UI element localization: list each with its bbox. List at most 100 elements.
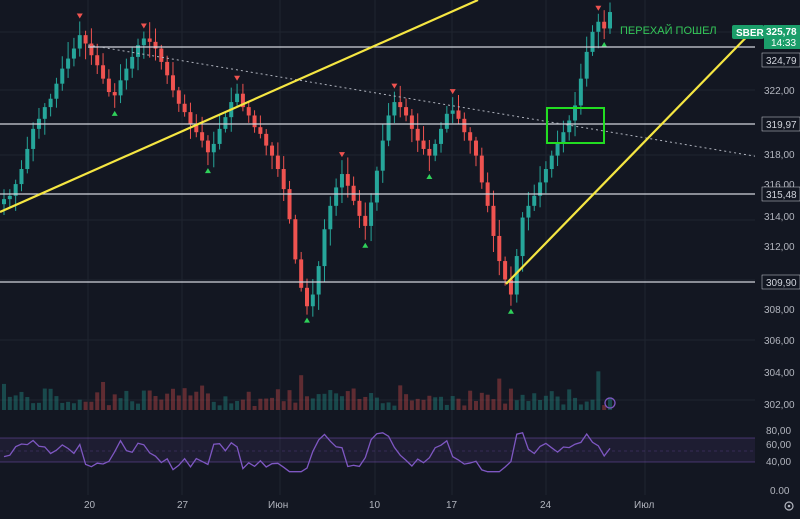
volume-bar — [345, 391, 350, 410]
candle-body — [165, 61, 170, 76]
candle-body — [392, 102, 397, 116]
volume-bar — [497, 378, 502, 410]
candle-body — [578, 78, 583, 106]
volume-bar — [369, 393, 374, 410]
candle-body — [322, 229, 327, 267]
candle-body — [66, 58, 71, 69]
volume-bar — [508, 388, 513, 410]
volume-bar — [60, 402, 65, 410]
candle-body — [258, 127, 263, 134]
time-label: 24 — [540, 500, 552, 511]
volume-bar — [223, 396, 228, 410]
candle-body — [415, 128, 420, 141]
candle-body — [491, 205, 496, 236]
volume-bar — [159, 399, 164, 410]
volume-bar — [13, 395, 18, 410]
candle-body — [386, 115, 391, 141]
candle-body — [147, 38, 152, 42]
candle-body — [182, 103, 187, 113]
ticker-badge[interactable]: SBER — [732, 25, 765, 39]
candle-body — [596, 21, 601, 32]
volume-bar — [77, 399, 82, 410]
volume-bar — [363, 396, 368, 410]
candle-body — [89, 43, 94, 56]
candle-body — [42, 107, 47, 119]
price-label: 306,00 — [764, 336, 795, 347]
candle-body — [421, 140, 426, 149]
candle-body — [223, 117, 228, 129]
candle-body — [246, 107, 251, 116]
price-chart[interactable]: ПЕРЕХАЙ ПОШЕЛ 322,00 318,00 316,00 314,0… — [0, 0, 800, 514]
volume-bar — [71, 403, 76, 410]
price-label: 312,00 — [764, 242, 795, 253]
candle-body — [427, 148, 432, 156]
candle-body — [450, 110, 455, 114]
volume-bar — [54, 396, 59, 410]
volume-bar — [217, 405, 222, 410]
candle-body — [433, 143, 438, 156]
candle-body — [159, 48, 164, 62]
rsi-axis-labels: 80,00 60,00 40,00 0.00 — [766, 426, 791, 497]
volume-bar — [66, 401, 71, 410]
candle-body — [281, 169, 286, 190]
volume-bar — [130, 401, 135, 410]
volume-bar — [339, 396, 344, 410]
ticker-label: SBER — [736, 28, 765, 39]
candle-body — [444, 113, 449, 129]
volume-bar — [170, 388, 175, 410]
volume-bar — [491, 399, 496, 410]
volume-bar — [182, 388, 187, 410]
chart-root: ПЕРЕХАЙ ПОШЕЛ 322,00 318,00 316,00 314,0… — [0, 0, 800, 514]
volume-bar — [124, 390, 129, 410]
price-label: 302,00 — [764, 400, 795, 411]
rsi-label: 60,00 — [766, 440, 791, 451]
volume-bar — [2, 383, 6, 410]
price-label: 318,00 — [764, 150, 795, 161]
volume-bar — [357, 398, 362, 410]
candle-body — [439, 128, 444, 144]
candle-body — [2, 199, 6, 205]
volume-bar — [264, 398, 269, 410]
candle-body — [275, 155, 280, 170]
volume-bar — [578, 404, 583, 410]
volume-bar — [485, 394, 490, 410]
volume-bar — [176, 395, 181, 410]
volume-bar — [101, 381, 106, 410]
candle-body — [188, 112, 193, 124]
candle-body — [555, 143, 560, 156]
rsi-label: 40,00 — [766, 457, 791, 468]
volume-bar — [48, 388, 53, 410]
candle-body — [211, 143, 216, 153]
candle-body — [25, 148, 30, 170]
volume-bar — [252, 405, 257, 410]
candle-body — [456, 110, 461, 119]
volume-bar — [310, 398, 315, 410]
candle-body — [339, 174, 344, 188]
volume-bar — [351, 388, 356, 410]
candle-body — [299, 259, 304, 288]
volume-bar — [398, 385, 403, 410]
volume-bar — [462, 405, 467, 410]
candle-body — [532, 195, 537, 206]
candle-body — [293, 219, 298, 260]
volume-bar — [118, 398, 123, 410]
volume-bar — [316, 394, 321, 410]
candle-body — [130, 56, 135, 69]
price-label: 304,00 — [764, 368, 795, 379]
candle-body — [543, 169, 548, 183]
volume-bar — [415, 398, 420, 410]
candle-body — [264, 133, 269, 146]
candle-body — [503, 261, 508, 280]
volume-bar — [450, 396, 455, 410]
volume-bar — [106, 405, 111, 410]
candle-body — [31, 128, 36, 149]
time-label: 10 — [369, 500, 381, 511]
volume-bar — [380, 403, 385, 410]
annotation-text: ПЕРЕХАЙ ПОШЕЛ — [620, 24, 717, 37]
volume-bar — [526, 401, 531, 410]
volume-bar — [229, 403, 234, 410]
candle-body — [520, 217, 525, 257]
candle-body — [328, 205, 333, 230]
volume-bar — [479, 392, 484, 410]
candle-body — [141, 38, 146, 46]
